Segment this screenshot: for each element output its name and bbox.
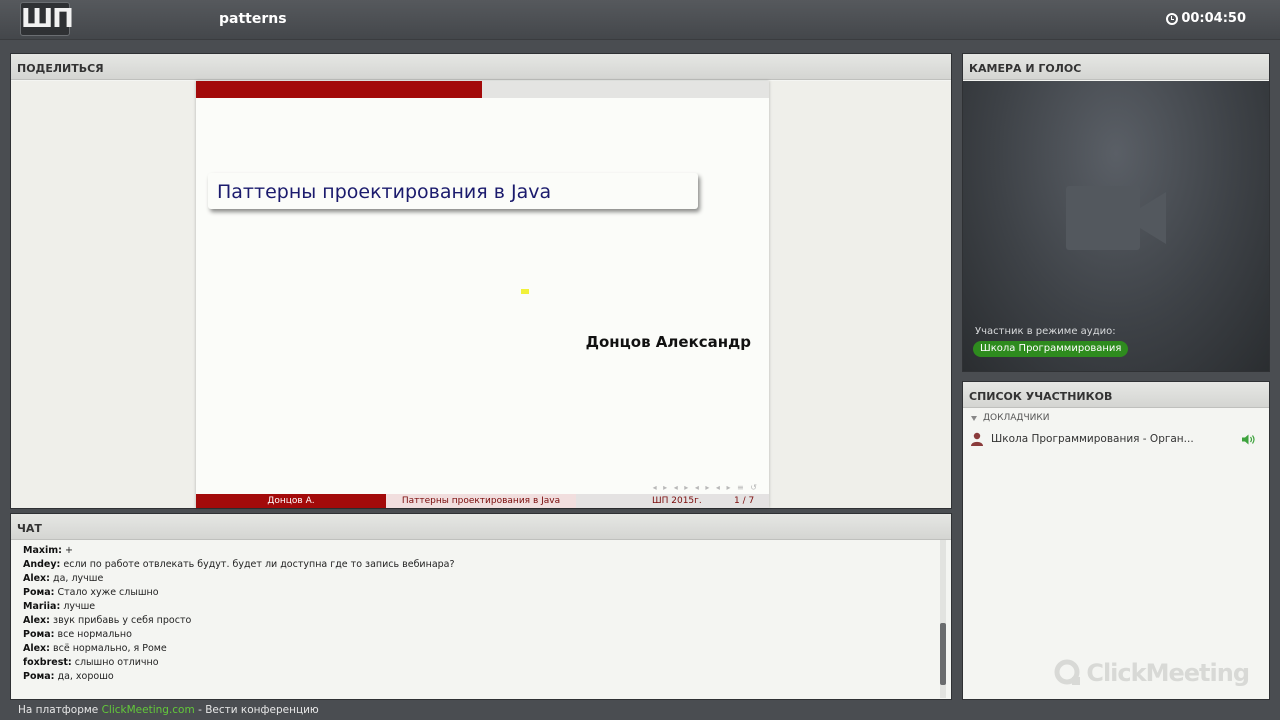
platform-footer: На платформе ClickMeeting.com - Вести ко… [18,704,319,716]
chat-message-text: да, лучше [53,573,104,584]
top-bar: ШП patterns 00:04:50 [0,0,1280,40]
chat-message: Alex: да, лучше [23,572,923,586]
chat-message: Alex: всё нормально, я Роме [23,642,923,656]
slide-navigation-symbols: ◂ ▸ ◂ ▸ ◂ ▸ ◂ ▸ ≡ ↺ [652,483,759,492]
chat-message-text: все нормально [57,629,132,640]
presentation-slide: Паттерны проектирования в Java Донцов Ал… [196,81,769,508]
chat-message: Maxim: + [23,544,923,558]
presenters-group[interactable]: ДОКЛАДЧИКИ [971,413,1050,423]
slide-author: Донцов Александр [585,333,751,351]
user-avatar-icon [971,432,983,446]
footer-suffix: - Вести конференцию [198,704,319,716]
chat-message-text: да, хорошо [57,671,114,682]
chat-message: Рома: да, хорошо [23,670,923,684]
slide-footer-author: Донцов А. [196,494,386,508]
chat-message: Alex: звук прибавь у себя просто [23,614,923,628]
chat-message: foxbrest: слышно отлично [23,656,923,670]
chat-message: Mariia: лучше [23,600,923,614]
participant-row[interactable]: Школа Программирования - Орган... [970,431,1260,447]
camera-panel: КАМЕРА И ГОЛОС Участник в режиме аудио: … [962,53,1270,372]
room-title: patterns [219,11,287,27]
chat-message-text: всё нормально, я Роме [53,643,167,654]
chat-message-text: лучше [63,601,96,612]
speaker-icon[interactable] [1242,434,1256,445]
collapse-triangle-icon[interactable] [971,415,977,421]
chat-message-author: Рома: [23,587,55,598]
chat-message-author: Alex: [23,643,50,654]
chat-message-author: foxbrest: [23,657,72,668]
school-logo: ШП [20,2,74,36]
share-panel: ПОДЕЛИТЬСЯ Паттерны проектирования в Jav… [10,53,952,509]
chat-message: Рома: Стало хуже слышно [23,586,923,600]
slide-footer-year: ШП 2015г. [652,496,702,506]
chat-message-author: Alex: [23,615,50,626]
chat-message-author: Mariia: [23,601,61,612]
timer-value: 00:04:50 [1181,11,1246,26]
chat-panel: ЧАТ Maxim: + Andey: если по работе отвле… [10,513,952,700]
slide-footer-title: Паттерны проектирования в Java [386,494,576,508]
participants-panel: СПИСОК УЧАСТНИКОВ ДОКЛАДЧИКИ Школа Прогр… [962,381,1270,700]
session-timer: 00:04:50 [1166,11,1246,26]
chat-message-author: Рома: [23,671,55,682]
slide-footer-info: ШП 2015г. 1 / 7 [576,494,769,508]
presenters-group-label: ДОКЛАДЧИКИ [983,413,1050,423]
chat-panel-header: ЧАТ [11,514,951,540]
slide-footer: Донцов А. Паттерны проектирования в Java… [196,494,769,508]
presentation-stage[interactable]: Паттерны проектирования в Java Донцов Ал… [11,81,951,508]
chat-scrollbar[interactable] [940,540,946,698]
share-panel-header: ПОДЕЛИТЬСЯ [11,54,951,80]
chat-message-text: звук прибавь у себя просто [53,615,192,626]
chat-message-author: Andey: [23,559,61,570]
audio-participant-badge[interactable]: Школа Программирования [973,341,1129,357]
slide-title-box: Паттерны проектирования в Java [208,173,698,209]
video-camera-icon [1066,186,1166,250]
chat-message-text: + [64,545,73,556]
chat-scroll-thumb[interactable] [940,623,946,685]
clickmeeting-watermark: ClickMeeting [1054,659,1250,687]
clickmeeting-watermark-text: ClickMeeting [1086,659,1250,687]
pointer-cursor-icon [521,289,529,294]
chat-message-text: слышно отлично [74,657,159,668]
slide-title: Паттерны проектирования в Java [217,181,552,203]
camera-panel-header: КАМЕРА И ГОЛОС [963,54,1269,80]
chat-message-author: Рома: [23,629,55,640]
chat-message: Рома: все нормально [23,628,923,642]
slide-page-number: 1 / 7 [734,496,755,506]
participants-panel-header: СПИСОК УЧАСТНИКОВ [963,382,1269,408]
audio-mode-label: Участник в режиме аудио: [975,326,1116,337]
participant-name: Школа Программирования - Орган... [991,433,1194,445]
video-area: Участник в режиме аудио: Школа Программи… [963,81,1269,371]
clickmeeting-link[interactable]: ClickMeeting.com [102,704,195,716]
clock-icon [1166,12,1179,25]
chat-message-author: Maxim: [23,545,62,556]
chat-message: Andey: если по работе отвлекать будут. б… [23,558,923,572]
slide-top-bar [196,81,769,98]
clickmeeting-logo-icon [1054,659,1081,685]
chat-message-author: Alex: [23,573,50,584]
footer-prefix: На платформе [18,704,99,716]
chat-message-list: Maxim: + Andey: если по работе отвлекать… [23,544,923,684]
chat-message-text: Стало хуже слышно [57,587,159,598]
chat-message-text: если по работе отвлекать будут. будет ли… [63,559,455,570]
